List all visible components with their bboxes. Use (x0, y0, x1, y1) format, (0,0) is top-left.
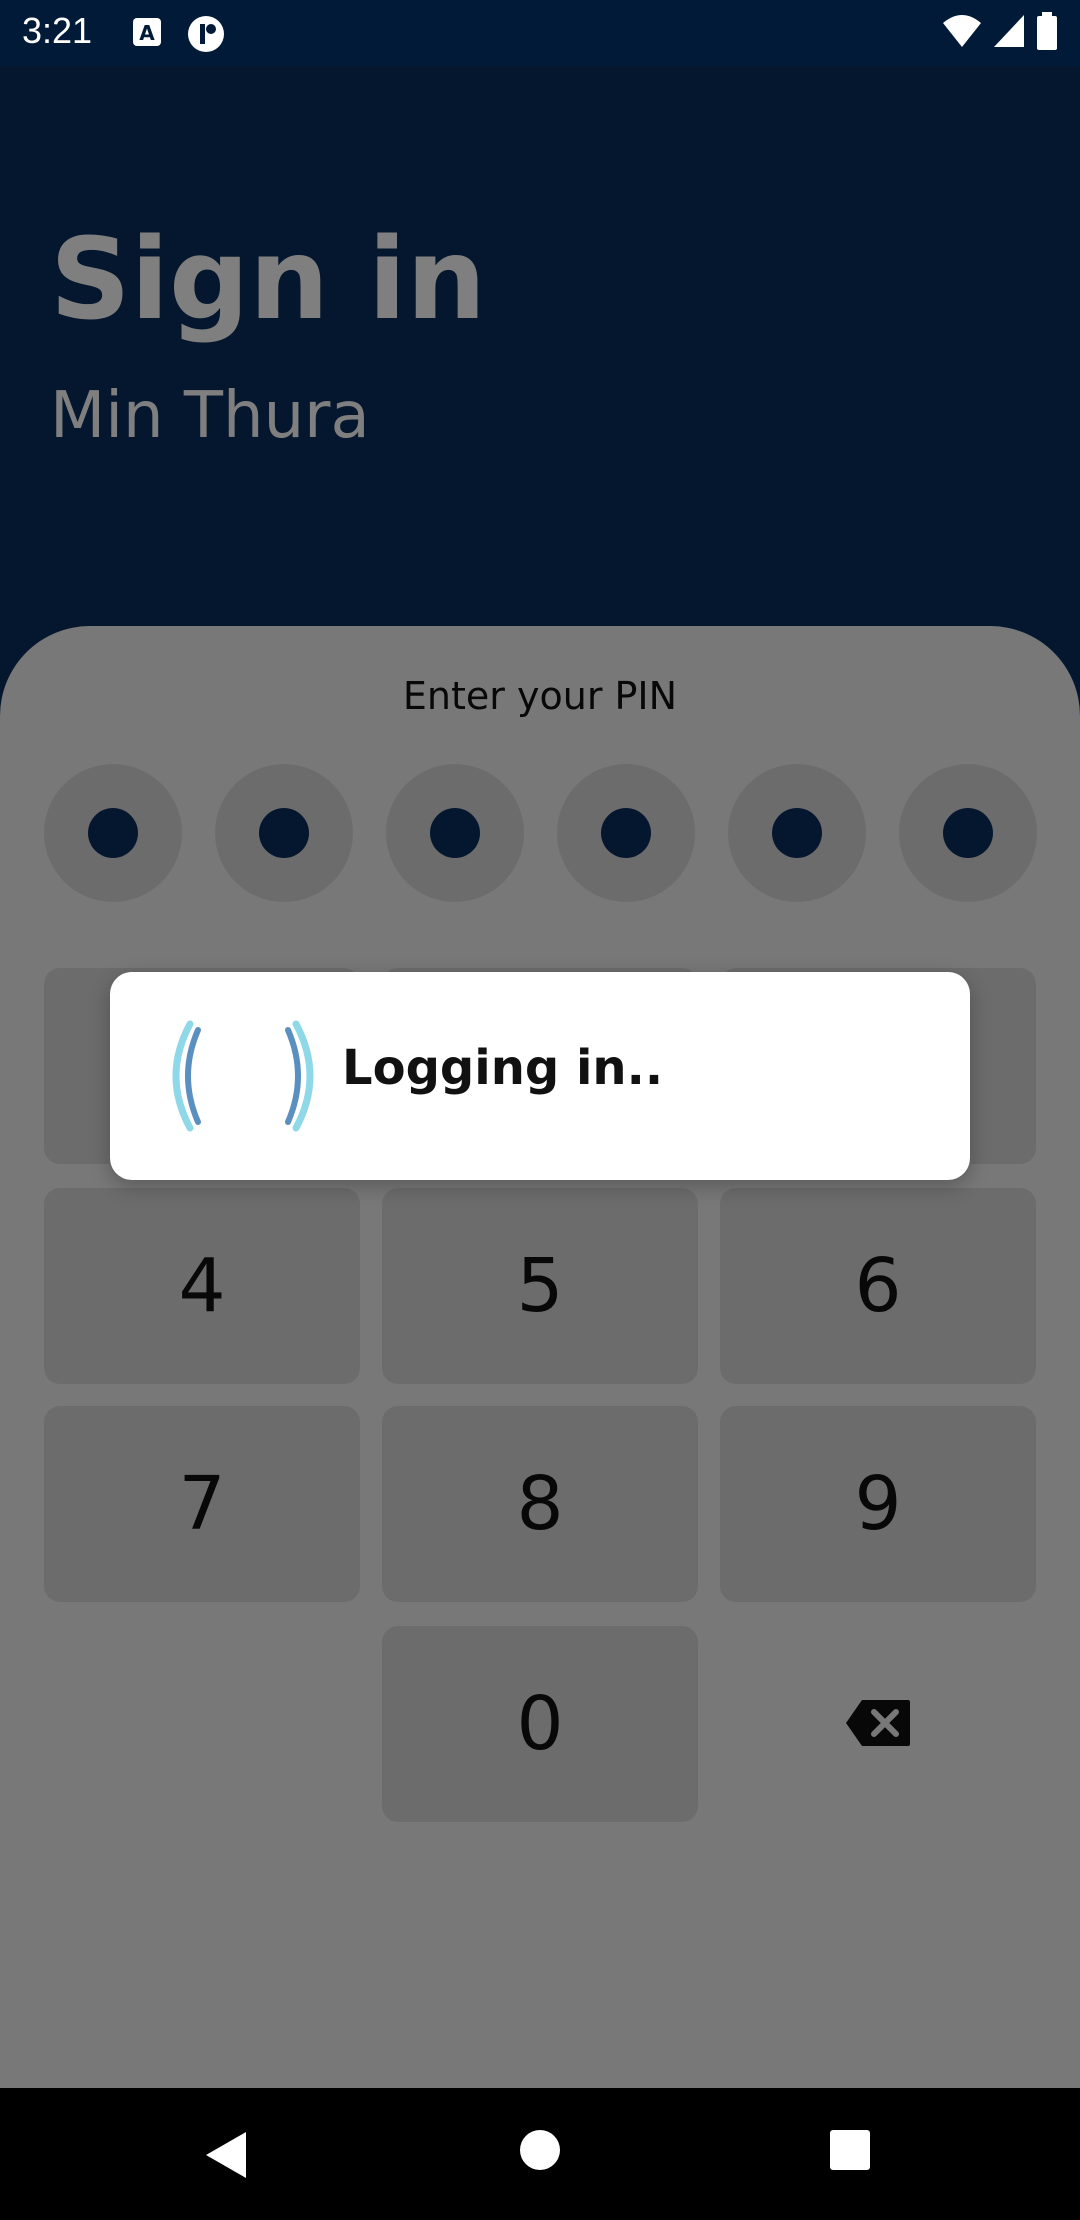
status-time: 3:21 (22, 10, 93, 51)
home-icon[interactable] (518, 2128, 562, 2176)
recents-icon[interactable] (828, 2128, 872, 2176)
loading-message: Logging in.. (342, 1040, 664, 1096)
svg-text:A: A (139, 21, 155, 45)
loading-dialog: Logging in.. (110, 972, 970, 1180)
battery-icon (1036, 12, 1058, 54)
signal-icon (992, 13, 1026, 53)
a-keyboard-icon: A (132, 14, 162, 54)
navigation-bar (0, 2088, 1080, 2220)
app-notification-icon (186, 14, 226, 58)
back-icon[interactable] (202, 2128, 250, 2186)
loading-spinner-icon (168, 1020, 318, 1136)
status-bar: 3:21 A (0, 0, 1080, 66)
wifi-icon (942, 13, 982, 53)
